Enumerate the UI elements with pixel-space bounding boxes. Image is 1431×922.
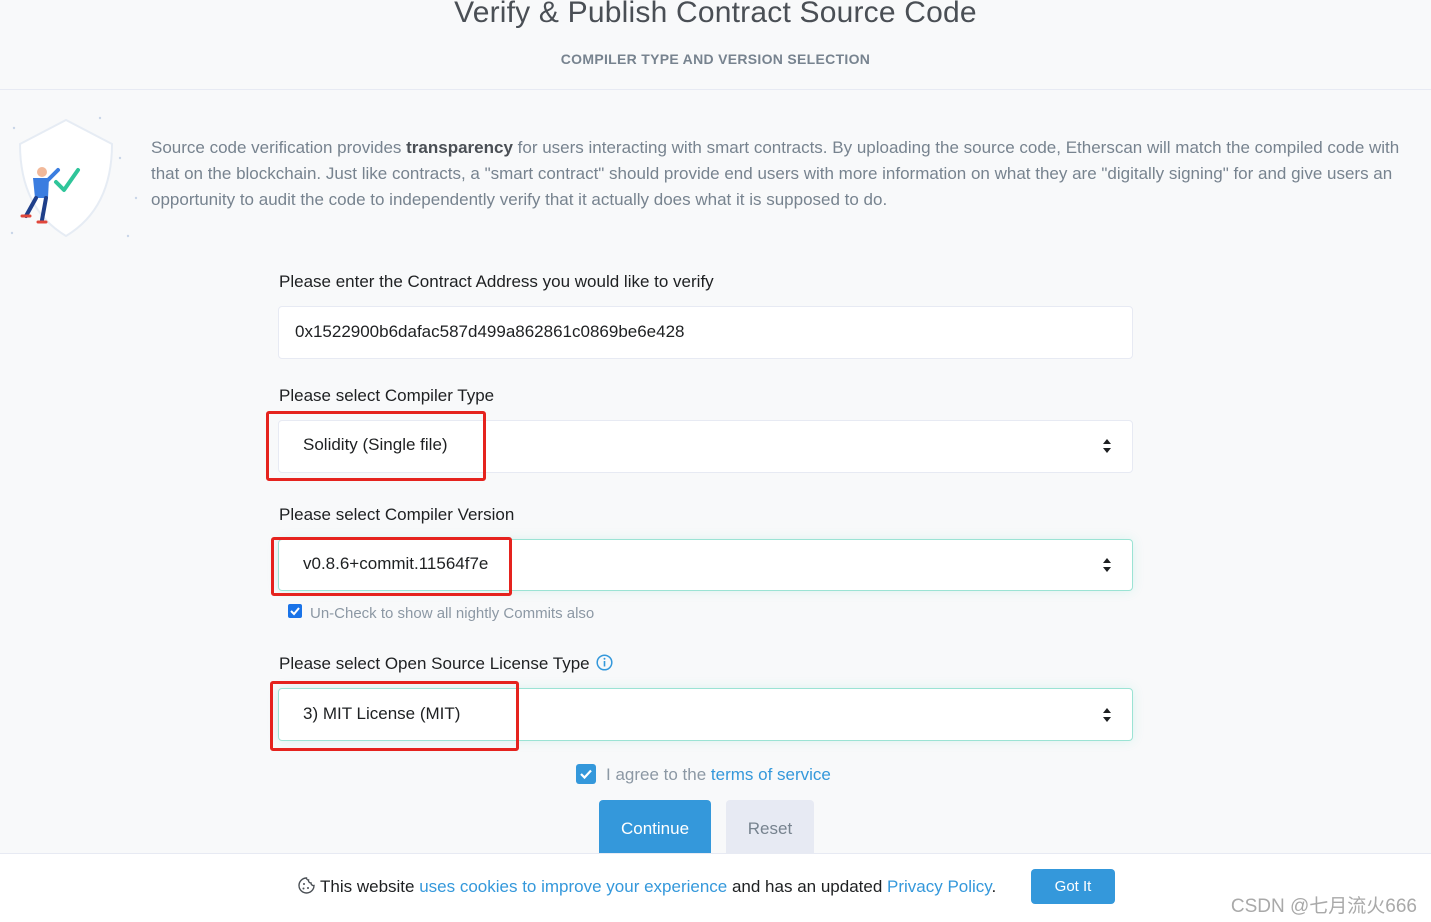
cookie-banner: This website uses cookies to improve you… <box>0 853 1431 922</box>
select-caret-icon <box>1103 708 1111 722</box>
nightly-commits-checkbox[interactable] <box>288 604 302 618</box>
license-label: Please select Open Source License Type <box>279 654 613 674</box>
select-caret-icon <box>1103 558 1111 572</box>
cookie-icon <box>298 877 315 894</box>
verification-shield-illustration <box>10 116 138 238</box>
intro-bold: transparency <box>406 138 513 157</box>
agree-terms-label: I agree to the terms of service <box>606 765 831 784</box>
privacy-policy-link[interactable]: Privacy Policy <box>887 877 992 896</box>
select-caret-icon <box>1103 439 1111 453</box>
contract-address-value: 0x1522900b6dafac587d499a862861c0869be6e4… <box>295 322 685 341</box>
nightly-commits-label: Un-Check to show all nightly Commits als… <box>310 605 595 622</box>
highlight-box <box>271 537 512 596</box>
highlight-box <box>266 411 486 481</box>
page-header: Verify & Publish Contract Source Code CO… <box>0 0 1431 90</box>
compiler-version-label: Please select Compiler Version <box>279 505 515 524</box>
watermark: CSDN @七月流火666 <box>1230 896 1417 917</box>
address-label: Please enter the Contract Address you wo… <box>279 272 714 291</box>
agree-terms-checkbox[interactable] <box>576 764 596 784</box>
check-icon <box>580 769 592 780</box>
terms-of-service-link[interactable]: terms of service <box>711 765 831 784</box>
info-icon[interactable] <box>596 654 613 671</box>
continue-button[interactable]: Continue <box>599 800 711 856</box>
check-icon <box>290 607 300 616</box>
cookie-policy-link[interactable]: uses cookies to improve your experience <box>419 877 727 896</box>
page-title: Verify & Publish Contract Source Code <box>454 0 977 29</box>
highlight-box <box>270 681 519 751</box>
contract-address-input[interactable]: 0x1522900b6dafac587d499a862861c0869be6e4… <box>278 306 1133 359</box>
intro-text: Source code verification provides transp… <box>151 138 1400 209</box>
cookie-text: This website uses cookies to improve you… <box>297 876 996 897</box>
reset-button[interactable]: Reset <box>726 800 814 856</box>
compiler-type-label: Please select Compiler Type <box>279 386 495 405</box>
got-it-button[interactable]: Got It <box>1031 869 1115 904</box>
page-subtitle: COMPILER TYPE AND VERSION SELECTION <box>560 51 871 67</box>
